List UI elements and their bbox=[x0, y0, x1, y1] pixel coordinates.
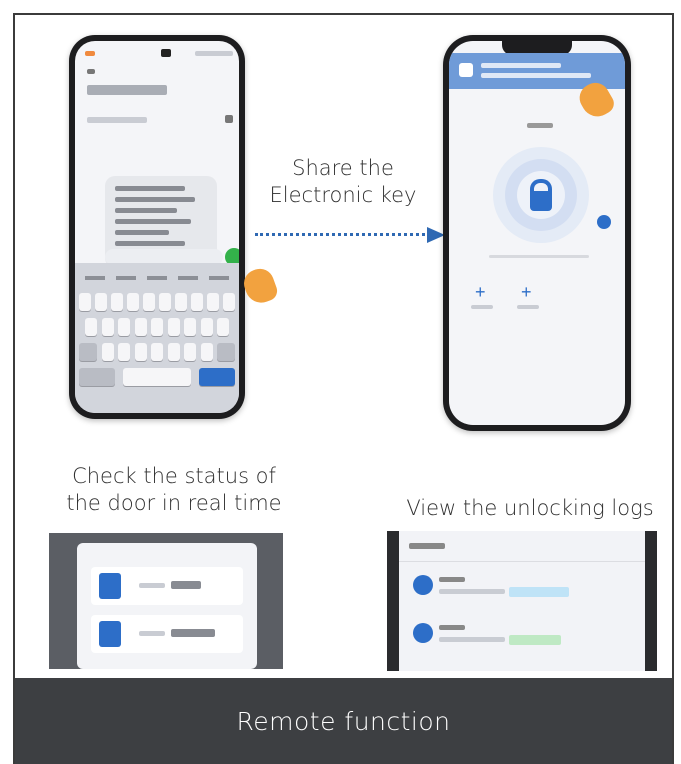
feature-icon-2[interactable]: + bbox=[521, 283, 535, 301]
log-tag-2 bbox=[509, 635, 561, 645]
messaging-screen bbox=[75, 41, 239, 413]
unlock-logs-panel bbox=[387, 531, 657, 671]
log-tag-1 bbox=[509, 587, 569, 597]
lock-app-screen: + + bbox=[449, 41, 625, 425]
door-status-row-2 bbox=[91, 615, 243, 653]
banner-title: Remote function bbox=[236, 706, 451, 736]
contact-name bbox=[87, 85, 167, 95]
door-sensor-icon bbox=[99, 573, 121, 599]
phone-lock-app: + + bbox=[443, 35, 631, 431]
door-status-panel bbox=[49, 533, 283, 669]
logs-caption: View the unlocking logs bbox=[406, 496, 654, 520]
feature-icon-1[interactable]: + bbox=[475, 283, 489, 301]
log-entry-icon bbox=[413, 575, 433, 595]
infographic-frame: Share the Electronic key + + Check the s… bbox=[13, 13, 674, 764]
lock-icon[interactable] bbox=[517, 171, 565, 219]
door-sensor-icon bbox=[99, 621, 121, 647]
phone-messaging bbox=[69, 35, 280, 419]
share-key-icon[interactable] bbox=[597, 215, 611, 229]
door-status-row-1 bbox=[91, 567, 243, 605]
remote-function-banner: Remote function bbox=[15, 678, 672, 764]
keyboard[interactable] bbox=[75, 263, 239, 413]
hand-pointer-icon bbox=[240, 264, 280, 308]
check-caption: Check the status of the door in real tim… bbox=[66, 464, 282, 516]
share-caption: Share the Electronic key bbox=[269, 156, 417, 208]
log-entry-icon bbox=[413, 623, 433, 643]
share-arrow-icon bbox=[255, 227, 445, 243]
